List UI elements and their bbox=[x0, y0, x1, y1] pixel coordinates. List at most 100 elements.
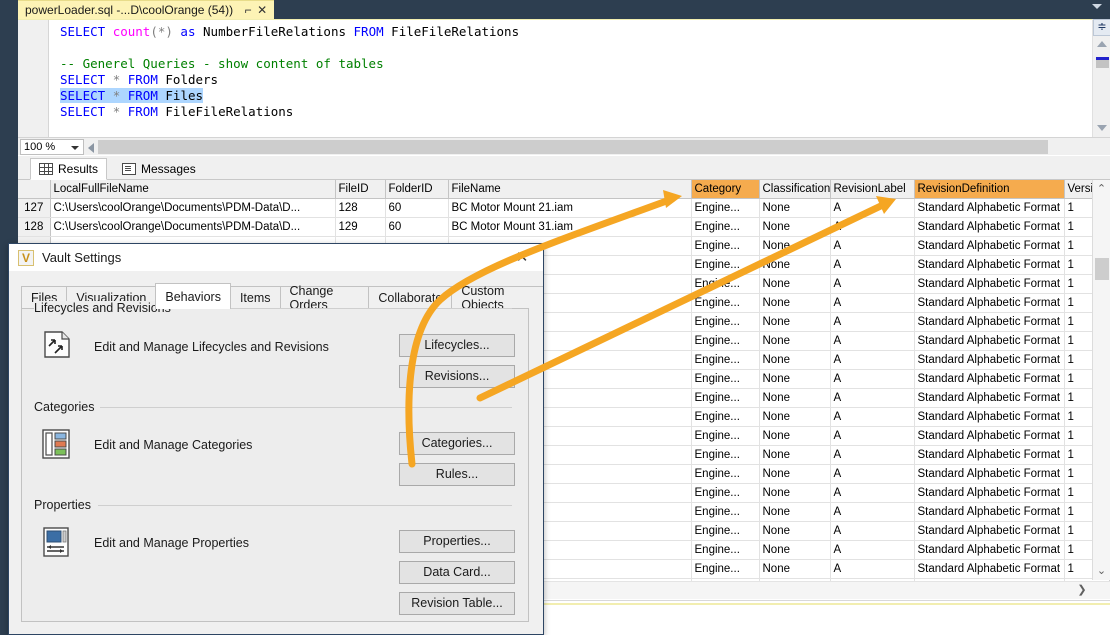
cell-classification[interactable]: None bbox=[759, 388, 831, 408]
revision-table-button[interactable]: Revision Table... bbox=[399, 592, 515, 615]
cell-category[interactable]: Engine... bbox=[691, 540, 760, 560]
cell-revisionlabel[interactable]: A bbox=[830, 445, 915, 465]
cell-classification[interactable]: None bbox=[759, 540, 831, 560]
tab-collaborate[interactable]: Collaborate bbox=[368, 286, 453, 309]
column-header-folderid[interactable]: FolderID bbox=[385, 180, 449, 199]
column-header-revisionlabel[interactable]: RevisionLabel bbox=[830, 180, 915, 199]
editor-horizontal-scrollbar[interactable] bbox=[98, 140, 1106, 154]
scroll-right-arrow-icon[interactable]: ❯ bbox=[1074, 582, 1090, 599]
tab-results[interactable]: Results bbox=[30, 158, 108, 180]
cell-revisionlabel[interactable]: A bbox=[830, 312, 915, 332]
cell-classification[interactable]: None bbox=[759, 369, 831, 389]
cell-category[interactable]: Engine... bbox=[691, 255, 760, 275]
cell-revisiondefinition[interactable]: Standard Alphabetic Format bbox=[914, 331, 1065, 351]
table-row[interactable]: 128 C:\Users\coolOrange\Documents\PDM-Dat… bbox=[18, 217, 1109, 237]
rules-button[interactable]: Rules... bbox=[399, 463, 515, 486]
editor-scroll-thumb[interactable] bbox=[1096, 57, 1109, 68]
cell-revisionlabel[interactable]: A bbox=[830, 502, 915, 522]
cell-category[interactable]: Engine... bbox=[691, 559, 760, 579]
cell-revisiondefinition[interactable]: Standard Alphabetic Format bbox=[914, 312, 1065, 332]
cell-revisionlabel[interactable]: A bbox=[830, 388, 915, 408]
document-tab-powerloader-sql[interactable]: powerLoader.sql -...D\coolOrange (54)) ⌐… bbox=[18, 0, 275, 19]
scroll-up-arrow-icon[interactable]: ⌃ bbox=[1093, 182, 1110, 196]
column-header-localfullfilename[interactable]: LocalFullFileName bbox=[50, 180, 336, 199]
properties-button[interactable]: Properties... bbox=[399, 530, 515, 553]
column-header-category[interactable]: Category bbox=[691, 180, 760, 199]
cell-revisiondefinition[interactable]: Standard Alphabetic Format bbox=[914, 559, 1065, 579]
cell-revisiondefinition[interactable]: Standard Alphabetic Format bbox=[914, 464, 1065, 484]
cell-revisionlabel[interactable]: A bbox=[830, 274, 915, 294]
cell-category[interactable]: Engine... bbox=[691, 274, 760, 294]
cell-revisiondefinition[interactable]: Standard Alphabetic Format bbox=[914, 350, 1065, 370]
cell-category[interactable]: Engine... bbox=[691, 331, 760, 351]
cell-localfullfilename[interactable]: C:\Users\coolOrange\Documents\PDM-Data\D… bbox=[50, 217, 336, 237]
table-row[interactable]: 127 C:\Users\coolOrange\Documents\PDM-Dat… bbox=[18, 198, 1109, 218]
cell-classification[interactable]: None bbox=[759, 445, 831, 465]
split-pane-icon[interactable]: ≑ bbox=[1093, 19, 1110, 36]
lifecycles-button[interactable]: Lifecycles... bbox=[399, 334, 515, 357]
cell-category[interactable]: Engine... bbox=[691, 293, 760, 313]
cell-revisiondefinition[interactable]: Standard Alphabetic Format bbox=[914, 540, 1065, 560]
cell-classification[interactable]: None bbox=[759, 274, 831, 294]
cell-folderid[interactable]: 60 bbox=[385, 198, 449, 218]
column-header-classification[interactable]: Classification bbox=[759, 180, 831, 199]
cell-revisionlabel[interactable]: A bbox=[830, 350, 915, 370]
cell-revisionlabel[interactable]: A bbox=[830, 255, 915, 275]
cell-classification[interactable]: None bbox=[759, 255, 831, 275]
row-number-cell[interactable]: 128 bbox=[18, 217, 51, 237]
sql-editor[interactable]: SELECT count(*) as NumberFileRelations F… bbox=[18, 19, 1092, 137]
categories-button[interactable]: Categories... bbox=[399, 432, 515, 455]
tab-behaviors[interactable]: Behaviors bbox=[155, 283, 231, 309]
cell-revisiondefinition[interactable]: Standard Alphabetic Format bbox=[914, 274, 1065, 294]
cell-classification[interactable]: None bbox=[759, 293, 831, 313]
cell-fileid[interactable]: 129 bbox=[335, 217, 386, 237]
scroll-down-arrow-icon[interactable]: ⌄ bbox=[1093, 564, 1110, 578]
cell-classification[interactable]: None bbox=[759, 521, 831, 541]
row-number-cell[interactable]: 127 bbox=[18, 198, 51, 218]
vault-settings-dialog[interactable]: V Vault Settings ✕ Files Visualization Beh… bbox=[8, 243, 544, 635]
cell-revisionlabel[interactable]: A bbox=[830, 559, 915, 579]
cell-classification[interactable]: None bbox=[759, 236, 831, 256]
row-header-corner[interactable] bbox=[18, 180, 51, 199]
cell-revisionlabel[interactable]: A bbox=[830, 217, 915, 237]
column-header-fileid[interactable]: FileID bbox=[335, 180, 386, 199]
cell-revisionlabel[interactable]: A bbox=[830, 540, 915, 560]
chevron-down-icon[interactable] bbox=[71, 146, 79, 150]
cell-revisiondefinition[interactable]: Standard Alphabetic Format bbox=[914, 369, 1065, 389]
editor-vertical-scrollbar[interactable]: ≑ bbox=[1092, 19, 1110, 137]
cell-revisionlabel[interactable]: A bbox=[830, 293, 915, 313]
cell-revisionlabel[interactable]: A bbox=[830, 236, 915, 256]
cell-filename[interactable]: BC Motor Mount 31.iam bbox=[448, 217, 692, 237]
cell-revisionlabel[interactable]: A bbox=[830, 331, 915, 351]
cell-category[interactable]: Engine... bbox=[691, 312, 760, 332]
sql-code[interactable]: SELECT count(*) as NumberFileRelations F… bbox=[60, 24, 519, 120]
cell-category[interactable]: Engine... bbox=[691, 483, 760, 503]
cell-revisiondefinition[interactable]: Standard Alphabetic Format bbox=[914, 521, 1065, 541]
revisions-button[interactable]: Revisions... bbox=[399, 365, 515, 388]
cell-revisiondefinition[interactable]: Standard Alphabetic Format bbox=[914, 426, 1065, 446]
cell-category[interactable]: Engine... bbox=[691, 198, 760, 218]
grid-vscroll-thumb[interactable] bbox=[1095, 258, 1109, 280]
cell-revisiondefinition[interactable]: Standard Alphabetic Format bbox=[914, 198, 1065, 218]
editor-hscroll-thumb[interactable] bbox=[98, 140, 1048, 154]
cell-category[interactable]: Engine... bbox=[691, 350, 760, 370]
cell-revisiondefinition[interactable]: Standard Alphabetic Format bbox=[914, 255, 1065, 275]
cell-category[interactable]: Engine... bbox=[691, 464, 760, 484]
cell-category[interactable]: Engine... bbox=[691, 521, 760, 541]
cell-localfullfilename[interactable]: C:\Users\coolOrange\Documents\PDM-Data\D… bbox=[50, 198, 336, 218]
cell-classification[interactable]: None bbox=[759, 312, 831, 332]
cell-revisionlabel[interactable]: A bbox=[830, 369, 915, 389]
close-icon[interactable]: ✕ bbox=[509, 247, 535, 268]
cell-revisionlabel[interactable]: A bbox=[830, 464, 915, 484]
pin-icon[interactable]: ⌐ bbox=[241, 4, 255, 16]
scroll-up-arrow-icon[interactable] bbox=[1097, 41, 1107, 47]
cell-classification[interactable]: None bbox=[759, 407, 831, 427]
cell-category[interactable]: Engine... bbox=[691, 445, 760, 465]
cell-revisiondefinition[interactable]: Standard Alphabetic Format bbox=[914, 236, 1065, 256]
dialog-title-bar[interactable]: V Vault Settings ✕ bbox=[9, 244, 543, 271]
cell-filename[interactable]: BC Motor Mount 21.iam bbox=[448, 198, 692, 218]
cell-revisiondefinition[interactable]: Standard Alphabetic Format bbox=[914, 502, 1065, 522]
cell-category[interactable]: Engine... bbox=[691, 217, 760, 237]
cell-classification[interactable]: None bbox=[759, 502, 831, 522]
cell-classification[interactable]: None bbox=[759, 483, 831, 503]
